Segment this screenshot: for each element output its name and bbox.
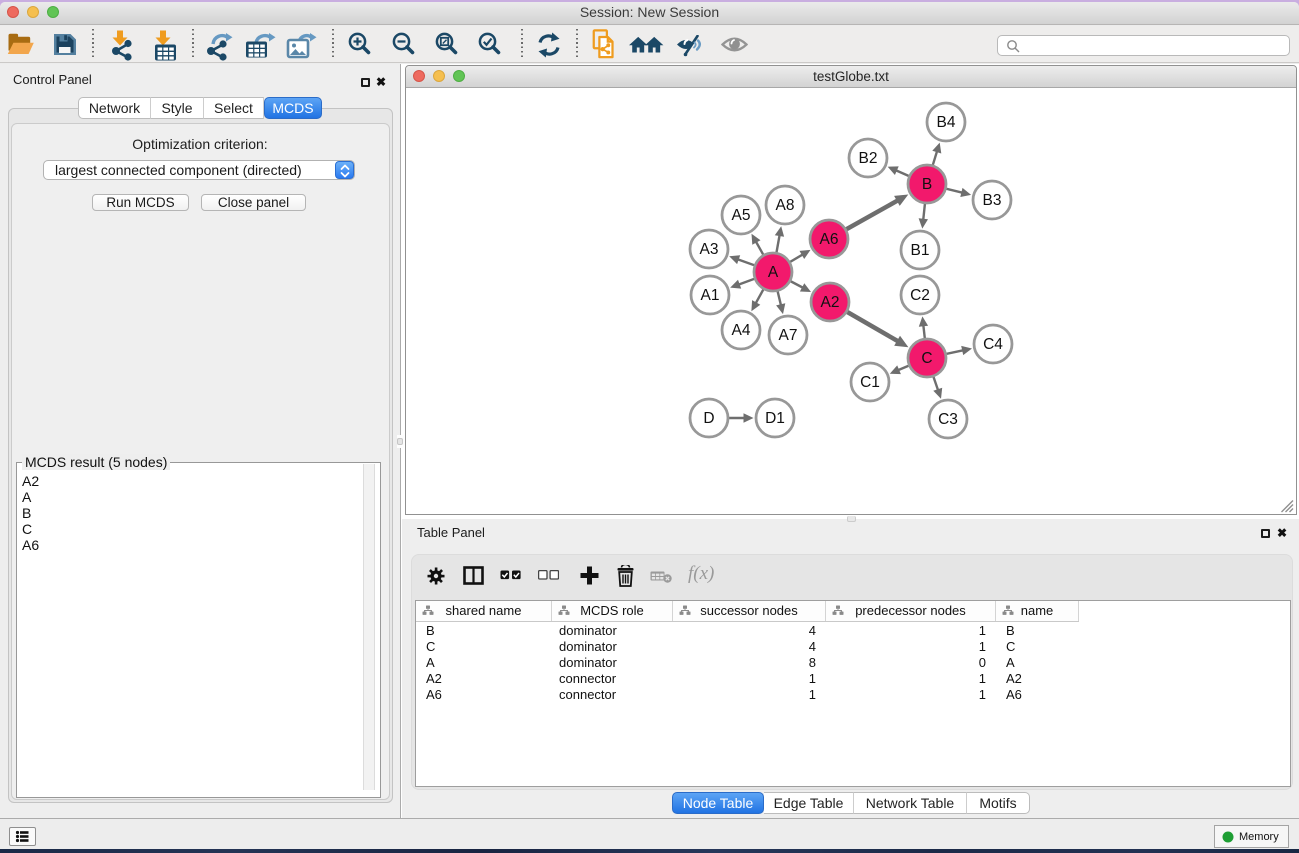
svg-text:A1: A1 <box>701 287 720 304</box>
svg-text:A7: A7 <box>779 327 798 344</box>
svg-text:B1: B1 <box>911 242 930 259</box>
svg-text:B3: B3 <box>983 192 1002 209</box>
svg-text:A4: A4 <box>732 322 751 339</box>
svg-text:C4: C4 <box>983 336 1003 353</box>
svg-text:A: A <box>768 264 779 281</box>
svg-text:A3: A3 <box>700 241 719 258</box>
svg-text:A6: A6 <box>820 231 839 248</box>
svg-text:A2: A2 <box>821 294 840 311</box>
svg-text:C3: C3 <box>938 411 958 428</box>
svg-text:D: D <box>703 410 714 427</box>
svg-text:C1: C1 <box>860 374 880 391</box>
svg-text:B: B <box>922 176 932 193</box>
svg-text:A8: A8 <box>776 197 795 214</box>
svg-text:C2: C2 <box>910 287 930 304</box>
svg-text:D1: D1 <box>765 410 785 427</box>
svg-text:B4: B4 <box>937 114 956 131</box>
svg-text:C: C <box>921 350 932 367</box>
svg-text:A5: A5 <box>732 207 751 224</box>
svg-text:B2: B2 <box>859 150 878 167</box>
